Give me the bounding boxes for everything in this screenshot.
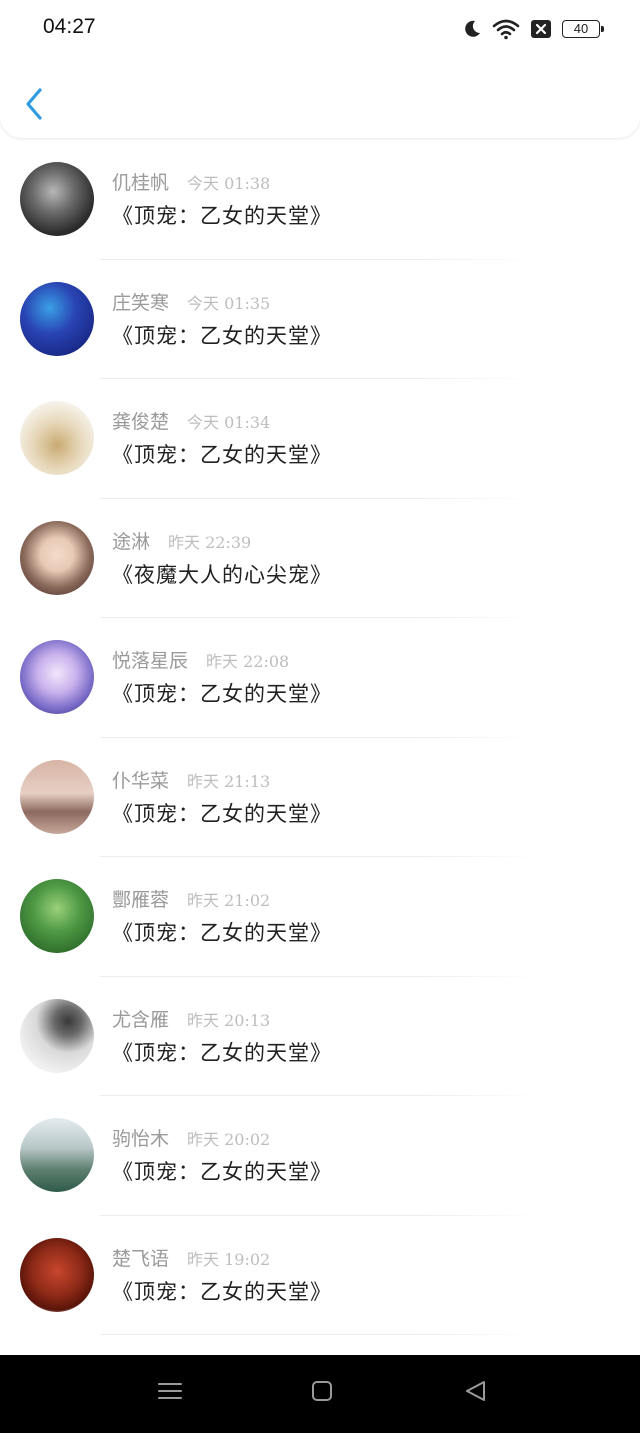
timestamp: 昨天 21:13 [187,771,271,791]
triangle-back-icon [466,1381,485,1401]
list-item[interactable]: 途淋 昨天 22:39 《夜魔大人的心尖宠》 [0,499,640,618]
user-list: 仉桂帆 今天 01:38 《顶宠：乙女的天堂》 庄笑寒 今天 01:35 《顶宠：乙… [0,140,640,1335]
timestamp: 今天 01:35 [187,293,271,313]
novel-title: 《顶宠：乙女的天堂》 [112,801,332,826]
user-name: 仆华菜 昨天 21:13 [112,769,271,792]
user-name: 尤含雁 昨天 20:13 [112,1008,271,1031]
status-time: 04:27 [43,15,96,38]
novel-title: 《顶宠：乙女的天堂》 [112,323,332,348]
header-card: 04:27 40 [0,0,640,138]
divider [100,1334,540,1335]
novel-title: 《顶宠：乙女的天堂》 [112,1040,332,1065]
list-item[interactable]: 驹怡木 昨天 20:02 《顶宠：乙女的天堂》 [0,1096,640,1216]
avatar [20,1118,94,1192]
list-item[interactable]: 仉桂帆 今天 01:38 《顶宠：乙女的天堂》 [0,140,640,260]
avatar [20,759,94,834]
timestamp: 昨天 20:02 [187,1130,271,1149]
list-item[interactable]: 庄笑寒 今天 01:35 《顶宠：乙女的天堂》 [0,260,640,379]
avatar [20,640,94,714]
avatar [20,879,94,953]
novel-title: 《顶宠：乙女的天堂》 [112,1279,332,1304]
novel-title: 《顶宠：乙女的天堂》 [112,204,332,228]
user-name: 楚飞语 昨天 19:02 [112,1247,271,1270]
avatar [20,520,94,595]
list-item[interactable]: 酆雁蓉 昨天 21:02 《顶宠：乙女的天堂》 [0,857,640,977]
user-name: 仉桂帆 今天 01:38 [112,172,271,194]
user-name: 驹怡木 昨天 20:02 [112,1128,271,1150]
timestamp: 昨天 19:02 [187,1249,271,1269]
user-name: 途淋 昨天 22:39 [112,530,252,553]
back-nav-button[interactable] [464,1379,488,1407]
wifi-icon [492,19,520,40]
timestamp: 昨天 22:39 [168,532,252,552]
timestamp: 昨天 20:13 [187,1010,271,1030]
timestamp: 今天 01:38 [187,174,271,193]
status-icons: 40 [462,16,604,42]
timestamp: 昨天 21:02 [187,891,271,910]
system-navigation-bar [0,1355,640,1433]
chevron-left-icon [26,88,42,120]
timestamp: 今天 01:34 [187,413,271,432]
avatar [20,998,94,1073]
sim-error-icon [531,20,551,38]
list-item[interactable]: 尤含雁 昨天 20:13 《顶宠：乙女的天堂》 [0,977,640,1096]
novel-title: 《顶宠：乙女的天堂》 [112,1160,332,1184]
user-name: 龚俊楚 今天 01:34 [112,411,271,433]
user-name: 庄笑寒 今天 01:35 [112,291,271,314]
timestamp: 昨天 22:08 [206,652,290,671]
avatar [20,401,94,475]
novel-title: 《顶宠：乙女的天堂》 [112,921,332,945]
avatar [20,1237,94,1312]
square-icon [312,1381,332,1401]
home-nav-button[interactable] [311,1379,333,1407]
list-item[interactable]: 龚俊楚 今天 01:34 《顶宠：乙女的天堂》 [0,379,640,499]
menu-nav-button[interactable] [158,1379,182,1407]
back-button[interactable] [22,86,48,122]
avatar [20,162,94,236]
user-name: 酆雁蓉 昨天 21:02 [112,889,271,911]
avatar [20,281,94,356]
list-item[interactable]: 悦落星辰 昨天 22:08 《顶宠：乙女的天堂》 [0,618,640,738]
user-name: 悦落星辰 昨天 22:08 [112,650,290,672]
menu-icon [158,1383,182,1399]
novel-title: 《夜魔大人的心尖宠》 [112,562,332,587]
list-item[interactable]: 楚飞语 昨天 19:02 《顶宠：乙女的天堂》 [0,1216,640,1335]
battery-indicator: 40 [562,20,604,38]
list-item[interactable]: 仆华菜 昨天 21:13 《顶宠：乙女的天堂》 [0,738,640,857]
novel-title: 《顶宠：乙女的天堂》 [112,682,332,706]
moon-icon [465,20,480,37]
novel-title: 《顶宠：乙女的天堂》 [112,443,332,467]
